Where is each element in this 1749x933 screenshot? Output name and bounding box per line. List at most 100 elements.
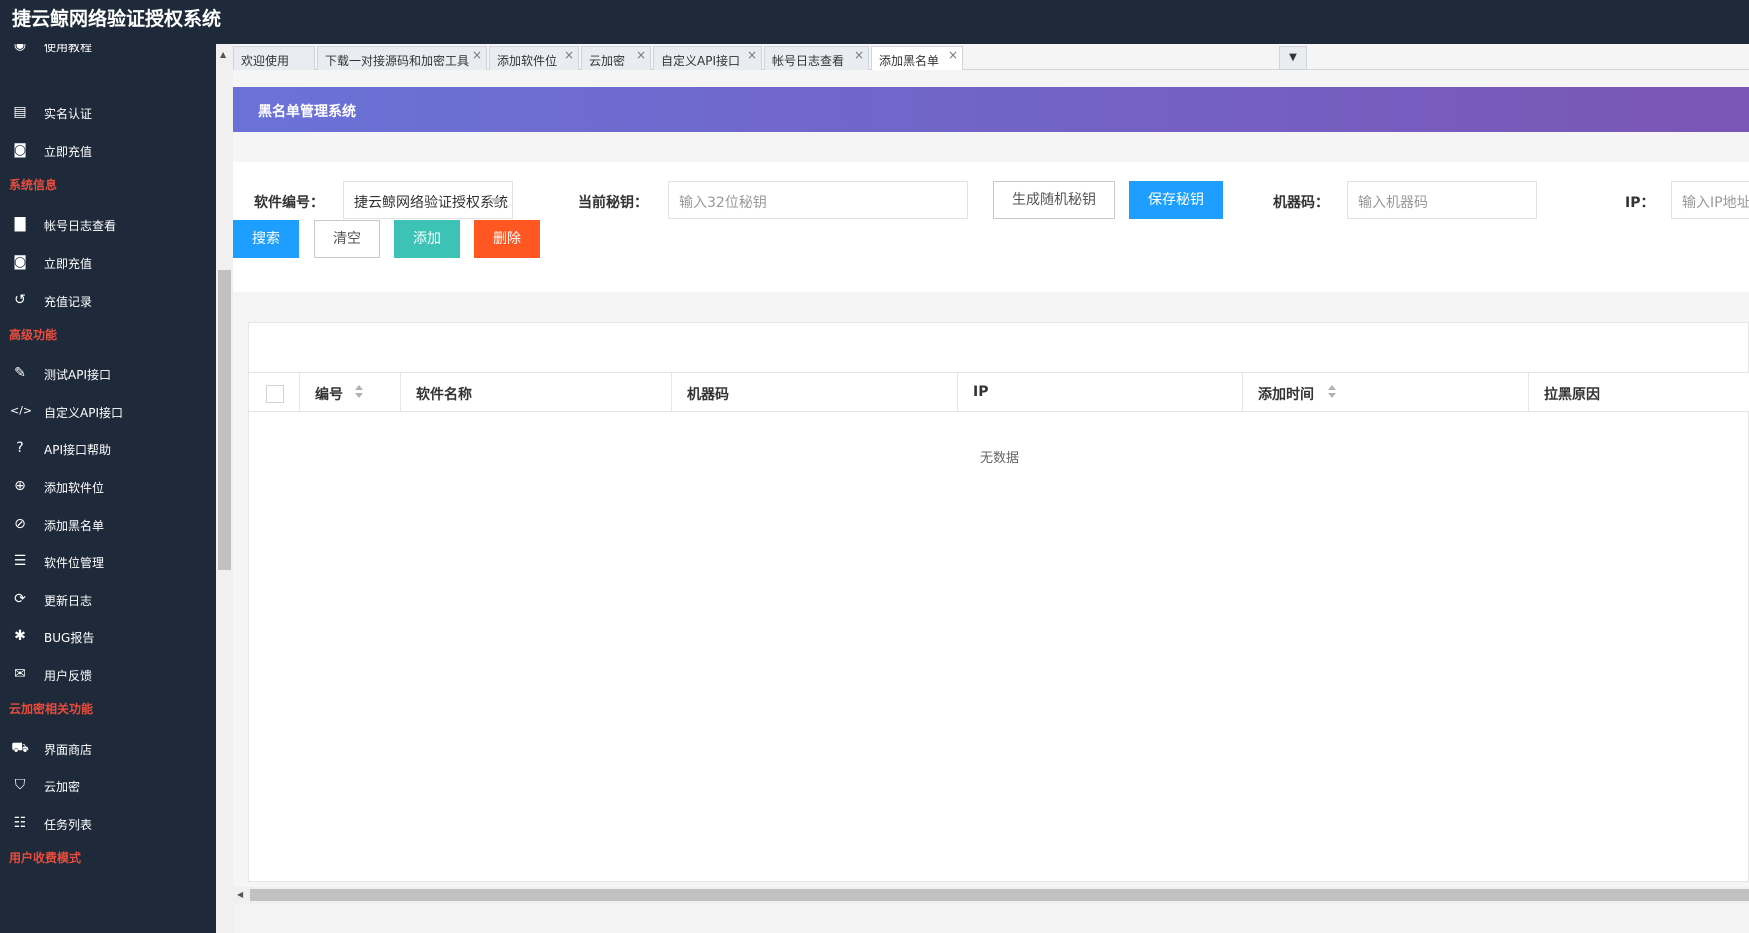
sidebar-item-label: 添加黑名单: [44, 519, 105, 533]
column-header-label: IP: [973, 384, 989, 400]
generate-key-button[interactable]: 生成随机秘钥: [993, 181, 1115, 219]
sidebar-item-label: 实名认证: [44, 107, 93, 121]
list-icon: ☰: [13, 553, 27, 569]
key-input[interactable]: 输入32位秘钥: [668, 181, 968, 219]
tab[interactable]: 自定义API接口 ×: [653, 46, 762, 70]
sidebar-item[interactable]: ✉ 用户反馈: [0, 659, 216, 689]
ip-input[interactable]: 输入IP地址: [1671, 181, 1749, 219]
delete-button[interactable]: 删除: [474, 220, 540, 258]
sidebar-item-label: 自定义API接口: [44, 406, 123, 420]
key-input-placeholder: 输入32位秘钥: [679, 195, 767, 211]
sidebar-section-heading: 系统信息: [9, 178, 58, 192]
software-select-value: 捷云鲸网络验证授权系统: [354, 195, 508, 211]
select-all-cell: [249, 373, 300, 411]
close-icon[interactable]: ×: [854, 48, 864, 62]
sidebar-item-label: 立即充值: [44, 257, 93, 271]
horizontal-scrollbar-thumb[interactable]: [250, 889, 1749, 901]
ip-input-placeholder: 输入IP地址: [1682, 195, 1749, 211]
sidebar-item[interactable]: ◙ 立即充值: [0, 247, 216, 277]
tutorial-icon: ◉: [13, 44, 27, 53]
tab[interactable]: 添加黑名单 ×: [871, 46, 963, 70]
sidebar-item[interactable]: ☷ 任务列表: [0, 808, 216, 838]
sidebar-item-label: 帐号日志查看: [44, 219, 117, 233]
sidebar-item[interactable]: ⛟ 界面商店: [0, 733, 216, 763]
sort-icon[interactable]: [355, 385, 363, 399]
add-button[interactable]: 添加: [394, 220, 460, 258]
close-icon[interactable]: ×: [472, 48, 482, 62]
column-header[interactable]: 添加时间: [1243, 373, 1529, 411]
software-label: 软件编号：: [254, 195, 324, 211]
close-icon[interactable]: ×: [747, 48, 757, 62]
tab-label: 欢迎使用: [241, 54, 290, 68]
clear-button[interactable]: 清空: [314, 220, 380, 258]
column-header-label: 拉黑原因: [1544, 387, 1600, 403]
tab[interactable]: 帐号日志查看 ×: [764, 46, 869, 70]
sidebar-item[interactable]: ⛉ 云加密: [0, 770, 216, 800]
sidebar-item[interactable]: </> 自定义API接口: [0, 396, 216, 426]
blacklist-table: 编号 软件名称 机器码 IP 添加时间 拉黑原因 无数据: [248, 322, 1749, 882]
close-icon[interactable]: ×: [636, 48, 646, 62]
ip-label: IP：: [1625, 195, 1655, 211]
close-icon[interactable]: ×: [948, 48, 958, 62]
horizontal-scrollbar[interactable]: ◀: [233, 887, 1749, 904]
sidebar-item-label: 使用教程: [44, 44, 93, 54]
column-header-label: 软件名称: [416, 387, 472, 403]
sidebar-item[interactable]: ⊕ 添加软件位: [0, 471, 216, 501]
sidebar-section-heading: 高级功能: [9, 328, 58, 342]
column-header-label: 编号: [315, 387, 343, 403]
sidebar-item[interactable]: ↺ 充值记录: [0, 285, 216, 315]
sidebar-item-label: 添加软件位: [44, 481, 105, 495]
tab[interactable]: 下载一对接源码和加密工具 ×: [317, 46, 487, 70]
column-header: 拉黑原因: [1529, 373, 1749, 411]
tab-bar: ▼ 欢迎使用 下载一对接源码和加密工具 × 添加软件位 × 云加密 × 自定义API接口 × 帐号…: [233, 44, 1749, 70]
sort-icon[interactable]: [1328, 385, 1336, 399]
tab-more-dropdown[interactable]: ▼: [1279, 46, 1307, 70]
money-icon: ◙: [13, 254, 27, 270]
sidebar-item[interactable]: ▇ 帐号日志查看: [0, 209, 216, 239]
sidebar-item[interactable]: ✱ BUG报告: [0, 621, 216, 651]
software-select[interactable]: 捷云鲸网络验证授权系统: [343, 181, 513, 219]
column-header[interactable]: 编号: [300, 373, 401, 411]
sidebar-item[interactable]: ⟳ 更新日志: [0, 584, 216, 614]
sidebar-item[interactable]: ⊘ 添加黑名单: [0, 509, 216, 539]
sidebar-scrollbar-thumb[interactable]: [218, 270, 231, 570]
sidebar-item[interactable]: ◙ 立即充值: [0, 135, 216, 165]
sidebar-scrollbar[interactable]: ▲: [216, 44, 233, 933]
tab[interactable]: 云加密 ×: [581, 46, 651, 70]
tab[interactable]: 欢迎使用: [233, 46, 315, 70]
search-form: 软件编号： 捷云鲸网络验证授权系统 当前秘钥： 输入32位秘钥 生成随机秘钥 保…: [233, 162, 1749, 292]
history-icon: ↺: [14, 292, 26, 308]
sidebar-item-label: 界面商店: [44, 743, 93, 757]
scroll-up-arrow-icon[interactable]: ▲: [220, 50, 226, 59]
sidebar-item[interactable]: ? API接口帮助: [0, 433, 216, 463]
sidebar-item-label: 用户反馈: [44, 669, 93, 683]
chevron-down-icon: [490, 198, 502, 204]
tab-label: 云加密: [589, 54, 626, 68]
sidebar: ◉ 使用教程 ▤ 实名认证 ◙ 立即充值 系统信息 ▇ 帐号日志查看 ◙ 立即充值 ↺ 充值记录 高级…: [0, 44, 216, 933]
app-title: 捷云鲸网络验证授权系统: [12, 8, 222, 30]
column-header: 软件名称: [401, 373, 672, 411]
sidebar-item[interactable]: ▤ 实名认证: [0, 97, 216, 127]
search-button[interactable]: 搜索: [233, 220, 299, 258]
tab-label: 帐号日志查看: [772, 54, 845, 68]
sidebar-item-label: 测试API接口: [44, 368, 111, 382]
select-all-checkbox[interactable]: [266, 385, 284, 403]
tab-label: 下载一对接源码和加密工具: [325, 54, 470, 68]
page-title: 黑名单管理系统: [258, 104, 356, 120]
sidebar-item[interactable]: ☰ 软件位管理: [0, 546, 216, 576]
column-header-label: 机器码: [687, 387, 729, 403]
close-icon[interactable]: ×: [564, 48, 574, 62]
sidebar-item[interactable]: ✎ 测试API接口: [0, 358, 216, 388]
sidebar-item-tutorial[interactable]: ◉ 使用教程: [0, 44, 216, 60]
tab[interactable]: 添加软件位 ×: [489, 46, 579, 70]
ban-icon: ⊘: [14, 516, 26, 532]
tab-label: 添加黑名单: [879, 54, 940, 68]
sidebar-item-label: 立即充值: [44, 145, 93, 159]
save-key-button[interactable]: 保存秘钥: [1129, 181, 1223, 219]
scroll-left-arrow-icon[interactable]: ◀: [237, 890, 243, 899]
comments-icon: ✉: [14, 666, 26, 682]
sidebar-section-heading: 用户收费模式: [9, 851, 82, 865]
machine-input[interactable]: 输入机器码: [1347, 181, 1537, 219]
tasks-icon: ☷: [13, 815, 27, 831]
column-header: 机器码: [672, 373, 958, 411]
